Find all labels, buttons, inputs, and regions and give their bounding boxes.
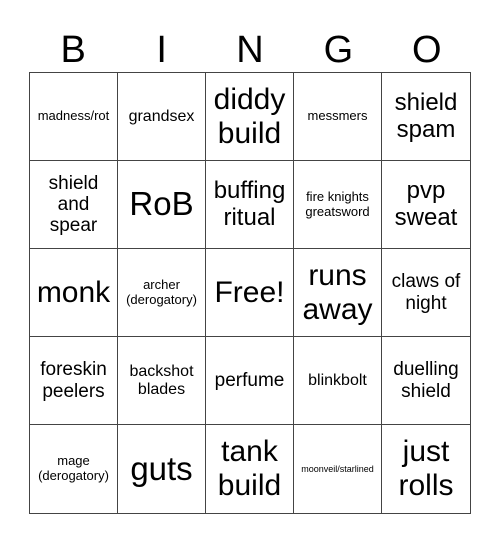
bingo-grid: madness/rot grandsex diddy build messmer…: [29, 72, 471, 514]
bingo-cell[interactable]: perfume: [206, 337, 294, 425]
header-letter-n: N: [236, 29, 264, 71]
bingo-cell[interactable]: shield spam: [382, 73, 470, 161]
cell-text: pvp sweat: [394, 176, 458, 231]
bingo-cell[interactable]: buffing ritual: [206, 161, 294, 249]
bingo-cell[interactable]: messmers: [294, 73, 382, 161]
bingo-cell[interactable]: foreskin peelers: [30, 337, 118, 425]
bingo-cell[interactable]: guts: [118, 425, 206, 513]
cell-text: tank build: [217, 435, 282, 502]
header-letter-o: O: [412, 29, 442, 71]
bingo-cell[interactable]: monk: [30, 249, 118, 337]
bingo-cell[interactable]: backshot blades: [118, 337, 206, 425]
bingo-cell[interactable]: RoB: [118, 161, 206, 249]
cell-text: duelling shield: [393, 359, 459, 402]
cell-text: guts: [130, 449, 193, 487]
bingo-cell[interactable]: diddy build: [206, 73, 294, 161]
cell-text: perfume: [214, 369, 285, 391]
cell-text: moonveil/starlined: [301, 463, 374, 474]
cell-text: fire knights greatsword: [305, 188, 370, 219]
cell-text: messmers: [307, 108, 368, 124]
cell-text: buffing ritual: [213, 176, 286, 231]
cell-text: RoB: [129, 185, 194, 223]
bingo-cell[interactable]: pvp sweat: [382, 161, 470, 249]
bingo-cell[interactable]: duelling shield: [382, 337, 470, 425]
cell-text: mage (derogatory): [38, 453, 109, 483]
bingo-cell[interactable]: just rolls: [382, 425, 470, 513]
cell-text: runs away: [302, 258, 373, 326]
cell-text: madness/rot: [37, 108, 110, 124]
bingo-cell[interactable]: archer (derogatory): [118, 249, 206, 337]
cell-text: grandsex: [128, 107, 195, 125]
cell-text: Free!: [214, 275, 285, 309]
bingo-cell[interactable]: shield and spear: [30, 161, 118, 249]
cell-text: just rolls: [398, 435, 454, 502]
bingo-header: B I N G O: [29, 28, 471, 72]
bingo-cell[interactable]: blinkbolt: [294, 337, 382, 425]
cell-text: blinkbolt: [308, 371, 367, 389]
cell-text: archer (derogatory): [126, 276, 197, 307]
bingo-cell[interactable]: runs away: [294, 249, 382, 337]
bingo-cell[interactable]: tank build: [206, 425, 294, 513]
cell-text: foreskin peelers: [40, 359, 107, 402]
cell-text: shield spam: [394, 88, 458, 143]
cell-text: backshot blades: [129, 362, 194, 398]
bingo-cell[interactable]: madness/rot: [30, 73, 118, 161]
bingo-cell[interactable]: moonveil/starlined: [294, 425, 382, 513]
cell-text: shield and spear: [48, 172, 99, 237]
bingo-cell[interactable]: grandsex: [118, 73, 206, 161]
header-letter-i: I: [156, 29, 167, 71]
bingo-cell[interactable]: fire knights greatsword: [294, 161, 382, 249]
header-letter-b: B: [60, 29, 86, 71]
header-letter-g: G: [323, 29, 354, 71]
cell-text: claws of night: [391, 271, 461, 314]
cell-text: monk: [36, 275, 111, 309]
bingo-cell[interactable]: mage (derogatory): [30, 425, 118, 513]
free-space-cell[interactable]: Free!: [206, 249, 294, 337]
cell-text: diddy build: [213, 82, 286, 150]
bingo-cell[interactable]: claws of night: [382, 249, 470, 337]
